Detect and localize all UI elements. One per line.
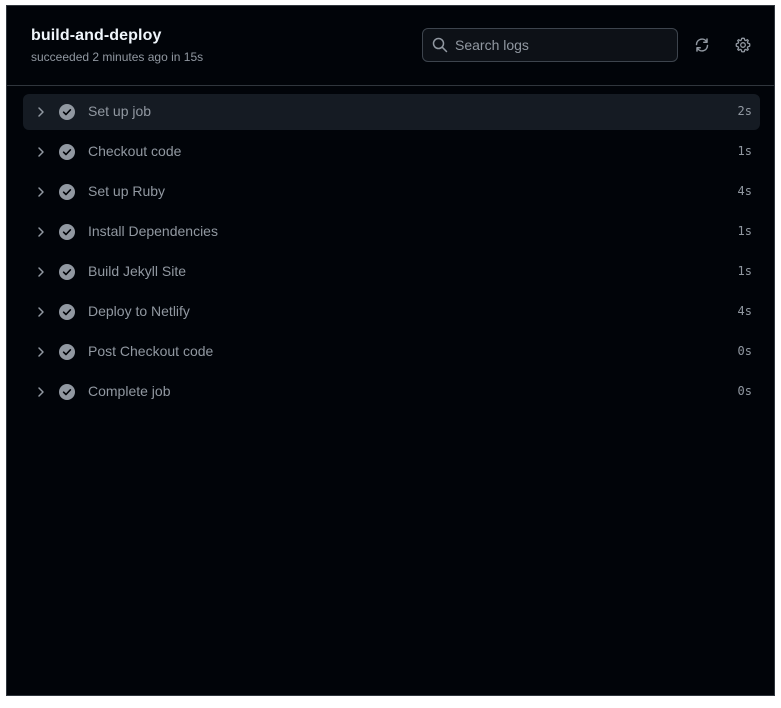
chevron-right-icon[interactable] xyxy=(33,144,49,160)
search-icon xyxy=(432,37,448,53)
step-row-build-jekyll-site[interactable]: Build Jekyll Site 1s xyxy=(23,254,760,290)
search-logs-box[interactable] xyxy=(422,28,678,62)
step-duration: 4s xyxy=(737,184,752,198)
step-duration: 0s xyxy=(737,344,752,358)
step-duration: 1s xyxy=(737,264,752,278)
step-name: Set up job xyxy=(88,103,152,119)
step-name: Deploy to Netlify xyxy=(88,303,190,319)
check-circle-icon xyxy=(59,264,75,280)
check-circle-icon xyxy=(59,144,75,160)
job-title: build-and-deploy xyxy=(31,27,162,44)
check-circle-icon xyxy=(59,304,75,320)
job-header: build-and-deploy succeeded 2 minutes ago… xyxy=(7,6,774,86)
step-duration: 1s xyxy=(737,144,752,158)
step-row-complete-job[interactable]: Complete job 0s xyxy=(23,374,760,410)
sync-icon xyxy=(695,38,709,52)
check-circle-icon xyxy=(59,184,75,200)
chevron-right-icon[interactable] xyxy=(33,104,49,120)
job-log-panel: build-and-deploy succeeded 2 minutes ago… xyxy=(6,5,775,696)
gear-icon xyxy=(735,37,751,53)
step-name: Post Checkout code xyxy=(88,343,214,359)
chevron-right-icon[interactable] xyxy=(33,264,49,280)
step-row-set-up-job[interactable]: Set up job 2s xyxy=(23,94,760,130)
steps-list: Set up job 2s Checkout code 1s Set up Ru… xyxy=(23,94,760,414)
check-circle-icon xyxy=(59,344,75,360)
step-name: Checkout code xyxy=(88,143,182,159)
search-logs-input[interactable] xyxy=(455,29,670,61)
check-circle-icon xyxy=(59,104,75,120)
chevron-right-icon[interactable] xyxy=(33,344,49,360)
check-circle-icon xyxy=(59,384,75,400)
step-duration: 2s xyxy=(737,104,752,118)
chevron-right-icon[interactable] xyxy=(33,184,49,200)
step-row-deploy-to-netlify[interactable]: Deploy to Netlify 4s xyxy=(23,294,760,330)
step-row-checkout-code[interactable]: Checkout code 1s xyxy=(23,134,760,170)
job-status: succeeded 2 minutes ago in 15s xyxy=(31,50,204,64)
step-duration: 1s xyxy=(737,224,752,238)
step-row-post-checkout-code[interactable]: Post Checkout code 0s xyxy=(23,334,760,370)
step-name: Complete job xyxy=(88,383,171,399)
chevron-right-icon[interactable] xyxy=(33,304,49,320)
step-name: Build Jekyll Site xyxy=(88,263,187,279)
step-name: Set up Ruby xyxy=(88,183,166,199)
step-row-set-up-ruby[interactable]: Set up Ruby 4s xyxy=(23,174,760,210)
chevron-right-icon[interactable] xyxy=(33,384,49,400)
refresh-button[interactable] xyxy=(688,31,716,59)
step-duration: 4s xyxy=(737,304,752,318)
check-circle-icon xyxy=(59,224,75,240)
settings-button[interactable] xyxy=(729,31,757,59)
step-row-install-dependencies[interactable]: Install Dependencies 1s xyxy=(23,214,760,250)
step-name: Install Dependencies xyxy=(88,223,218,239)
chevron-right-icon[interactable] xyxy=(33,224,49,240)
step-duration: 0s xyxy=(737,384,752,398)
